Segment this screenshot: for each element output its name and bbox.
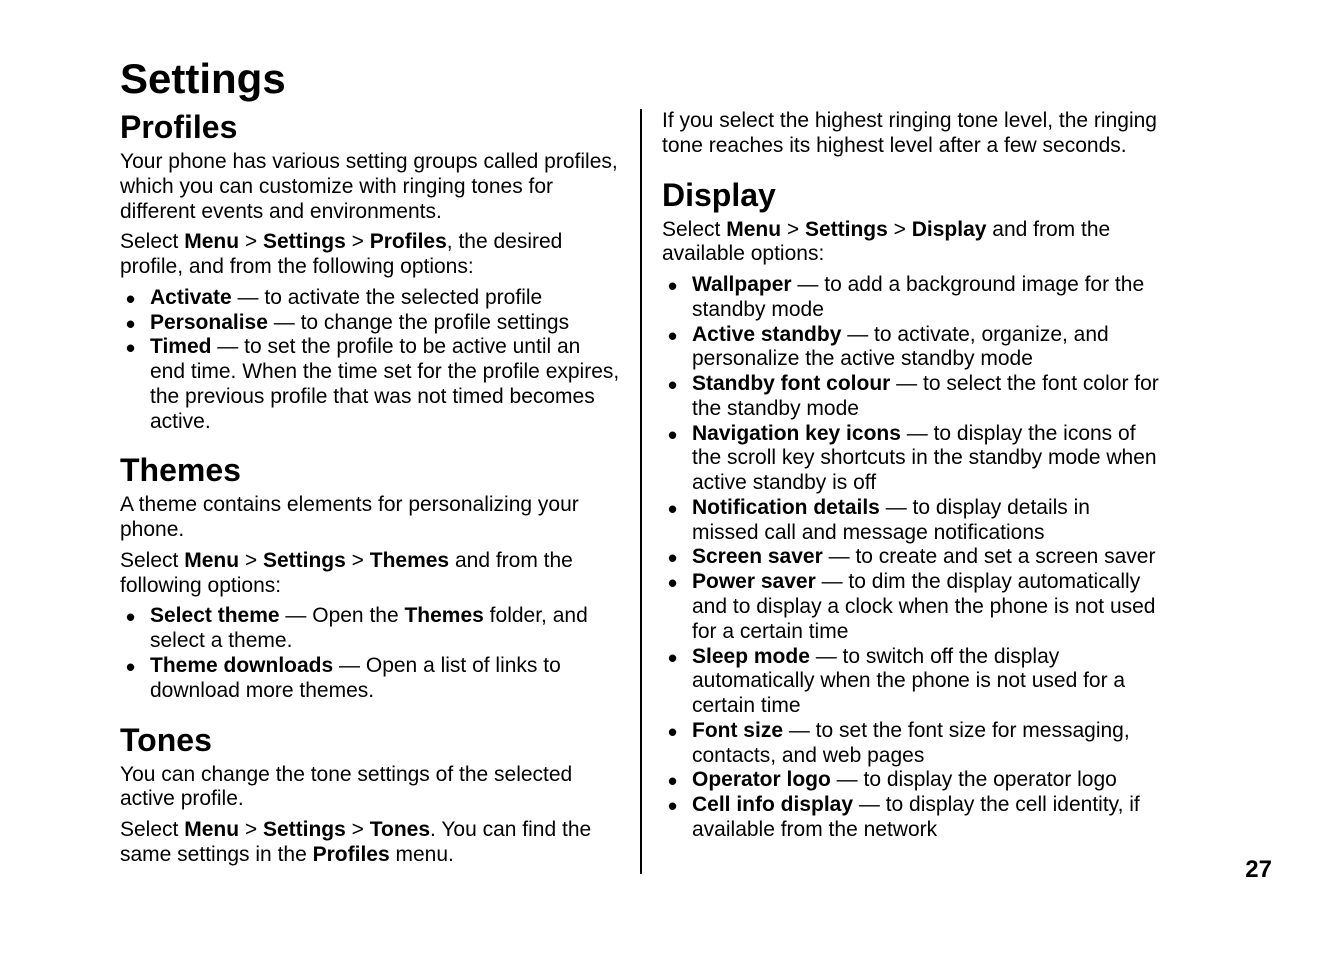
menu-path-part: Settings bbox=[263, 818, 346, 841]
option-term: Activate bbox=[150, 286, 232, 309]
page-number: 27 bbox=[1245, 856, 1272, 884]
option-term: Wallpaper bbox=[692, 273, 792, 296]
menu-path-part: Settings bbox=[263, 549, 346, 572]
section-heading-tones: Tones bbox=[120, 722, 620, 759]
tones-note: If you select the highest ringing tone l… bbox=[662, 109, 1162, 159]
menu-path-part: Profiles bbox=[370, 230, 447, 253]
option-term: Screen saver bbox=[692, 545, 823, 568]
menu-path-part: Menu bbox=[726, 218, 781, 241]
list-item: Power saver — to dim the display automat… bbox=[662, 570, 1162, 644]
text: Select bbox=[662, 218, 726, 241]
path-separator: > bbox=[239, 818, 263, 841]
option-desc: — to create and set a screen saver bbox=[823, 545, 1156, 568]
path-separator: > bbox=[239, 230, 263, 253]
list-item: Theme downloads — Open a list of links t… bbox=[120, 654, 620, 704]
list-item: Active standby — to activate, organize, … bbox=[662, 323, 1162, 373]
option-term: Cell info display bbox=[692, 793, 853, 816]
menu-path-part: Display bbox=[912, 218, 987, 241]
text: Select bbox=[120, 818, 184, 841]
right-column: If you select the highest ringing tone l… bbox=[642, 109, 1162, 874]
two-column-layout: Profiles Your phone has various setting … bbox=[120, 109, 1262, 874]
tones-intro: You can change the tone settings of the … bbox=[120, 763, 620, 813]
list-item: Screen saver — to create and set a scree… bbox=[662, 545, 1162, 570]
option-term: Standby font colour bbox=[692, 372, 890, 395]
tones-select-path: Select Menu > Settings > Tones. You can … bbox=[120, 818, 620, 868]
display-options-list: Wallpaper — to add a background image fo… bbox=[662, 273, 1162, 843]
option-term: Timed bbox=[150, 335, 211, 358]
path-separator: > bbox=[888, 218, 912, 241]
list-item: Font size — to set the font size for mes… bbox=[662, 719, 1162, 769]
profiles-options-list: Activate — to activate the selected prof… bbox=[120, 286, 620, 435]
text: menu. bbox=[390, 843, 454, 866]
text: Select bbox=[120, 230, 184, 253]
option-term: Theme downloads bbox=[150, 654, 333, 677]
list-item: Cell info display — to display the cell … bbox=[662, 793, 1162, 843]
menu-path-part: Menu bbox=[184, 549, 239, 572]
option-term: Active standby bbox=[692, 323, 841, 346]
page-title: Settings bbox=[120, 55, 1262, 103]
section-heading-profiles: Profiles bbox=[120, 109, 620, 146]
path-separator: > bbox=[781, 218, 805, 241]
option-desc: — to display the operator logo bbox=[831, 768, 1117, 791]
option-term: Operator logo bbox=[692, 768, 831, 791]
path-separator: > bbox=[346, 549, 370, 572]
menu-path-part: Tones bbox=[370, 818, 430, 841]
list-item: Operator logo — to display the operator … bbox=[662, 768, 1162, 793]
section-heading-themes: Themes bbox=[120, 452, 620, 489]
display-select-path: Select Menu > Settings > Display and fro… bbox=[662, 218, 1162, 268]
text: — Open the bbox=[280, 604, 405, 627]
themes-select-path: Select Menu > Settings > Themes and from… bbox=[120, 549, 620, 599]
menu-path-part: Menu bbox=[184, 230, 239, 253]
menu-path-part: Profiles bbox=[313, 843, 390, 866]
option-term: Notification details bbox=[692, 496, 880, 519]
text: Select bbox=[120, 549, 184, 572]
option-desc: — to set the profile to be active until … bbox=[150, 335, 619, 432]
list-item: Standby font colour — to select the font… bbox=[662, 372, 1162, 422]
list-item: Select theme — Open the Themes folder, a… bbox=[120, 604, 620, 654]
section-heading-display: Display bbox=[662, 177, 1162, 214]
menu-path-part: Menu bbox=[184, 818, 239, 841]
list-item: Wallpaper — to add a background image fo… bbox=[662, 273, 1162, 323]
left-column: Profiles Your phone has various setting … bbox=[120, 109, 640, 874]
themes-intro: A theme contains elements for personaliz… bbox=[120, 493, 620, 543]
manual-page: Settings Profiles Your phone has various… bbox=[0, 0, 1322, 954]
list-item: Notification details — to display detail… bbox=[662, 496, 1162, 546]
option-term: Navigation key icons bbox=[692, 422, 901, 445]
option-desc: — to activate the selected profile bbox=[232, 286, 543, 309]
path-separator: > bbox=[346, 230, 370, 253]
menu-path-part: Settings bbox=[263, 230, 346, 253]
option-desc: — to change the profile settings bbox=[268, 311, 569, 334]
list-item: Sleep mode — to switch off the display a… bbox=[662, 645, 1162, 719]
option-term: Font size bbox=[692, 719, 783, 742]
path-separator: > bbox=[346, 818, 370, 841]
menu-path-part: Themes bbox=[370, 549, 449, 572]
list-item: Navigation key icons — to display the ic… bbox=[662, 422, 1162, 496]
option-term: Personalise bbox=[150, 311, 268, 334]
option-term: Sleep mode bbox=[692, 645, 810, 668]
list-item: Timed — to set the profile to be active … bbox=[120, 335, 620, 434]
path-separator: > bbox=[239, 549, 263, 572]
option-term: Select theme bbox=[150, 604, 280, 627]
themes-options-list: Select theme — Open the Themes folder, a… bbox=[120, 604, 620, 703]
list-item: Personalise — to change the profile sett… bbox=[120, 311, 620, 336]
option-term: Power saver bbox=[692, 570, 816, 593]
profiles-select-path: Select Menu > Settings > Profiles, the d… bbox=[120, 230, 620, 280]
list-item: Activate — to activate the selected prof… bbox=[120, 286, 620, 311]
option-term: Themes bbox=[404, 604, 483, 627]
profiles-intro: Your phone has various setting groups ca… bbox=[120, 150, 620, 224]
menu-path-part: Settings bbox=[805, 218, 888, 241]
